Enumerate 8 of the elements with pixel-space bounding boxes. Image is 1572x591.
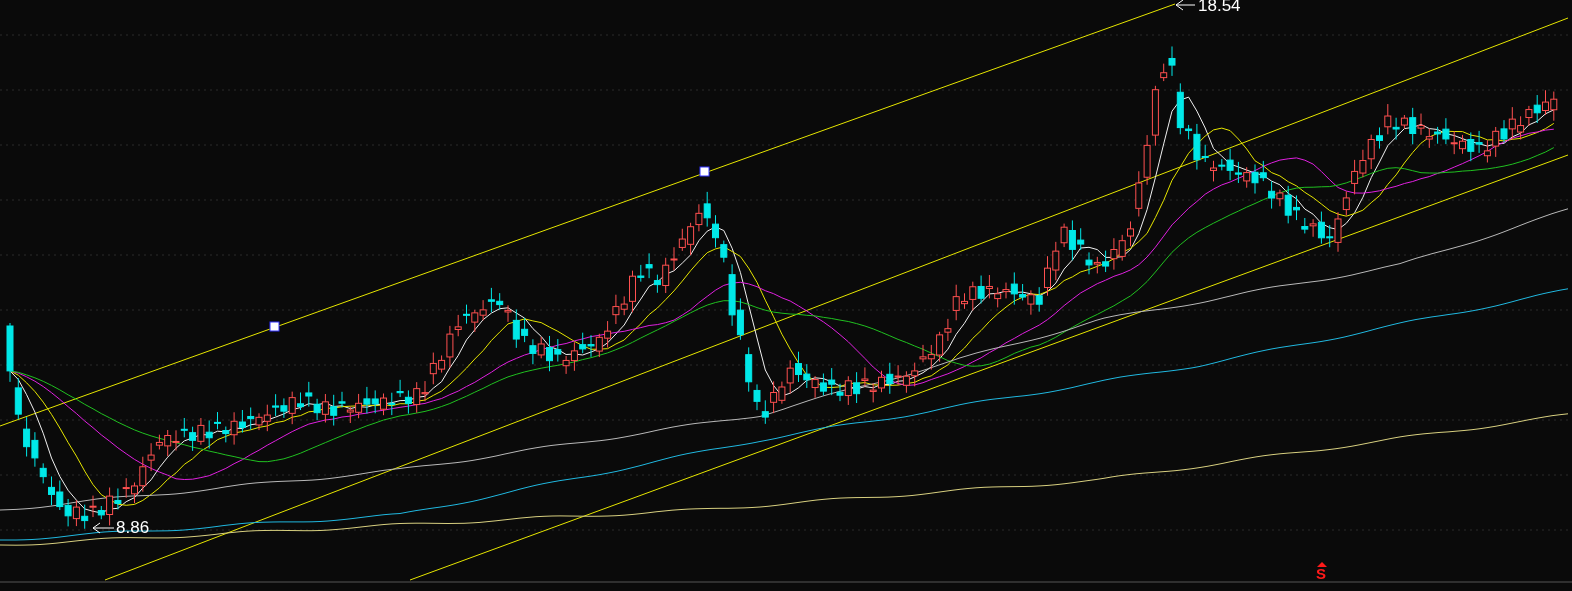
arrow-icon bbox=[1175, 0, 1196, 11]
point-marker bbox=[269, 321, 280, 332]
high-price-label: 18.54 bbox=[1198, 0, 1241, 16]
low-price-label: 8.86 bbox=[116, 518, 150, 538]
caret-icon bbox=[1317, 562, 1327, 567]
point-marker bbox=[699, 166, 710, 177]
signal-marker: S bbox=[1316, 566, 1326, 582]
arrow-icon bbox=[92, 522, 115, 534]
